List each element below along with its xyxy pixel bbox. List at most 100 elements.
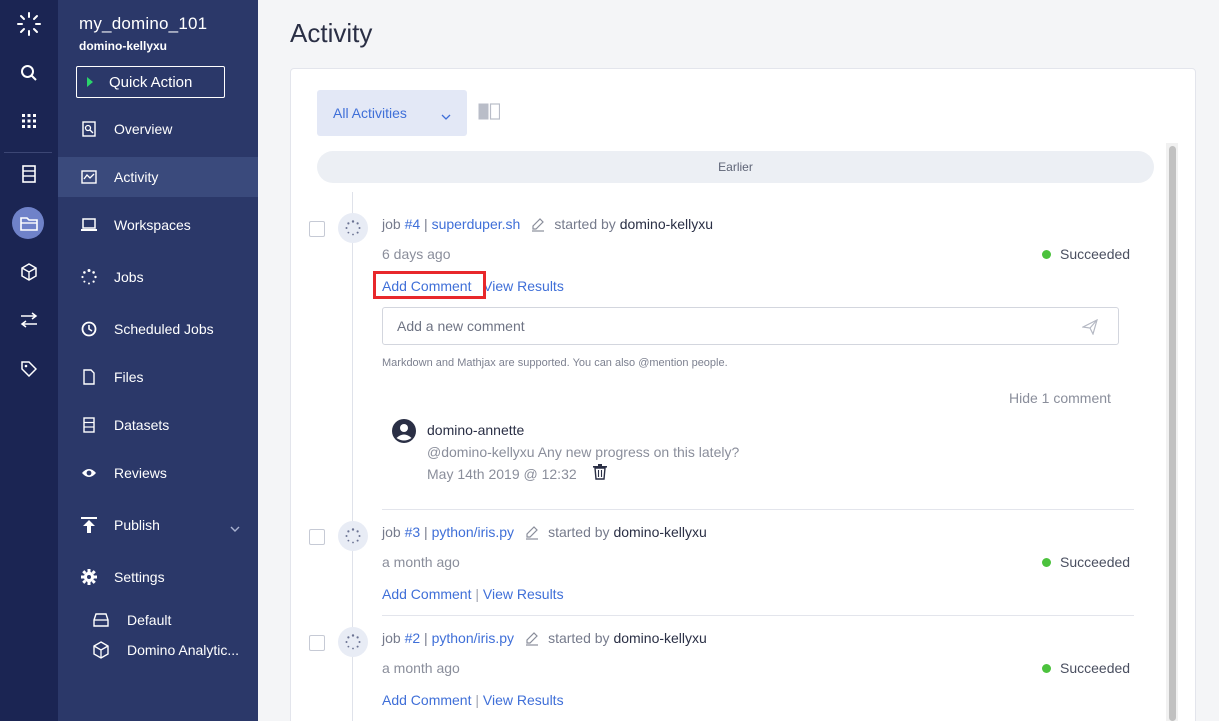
project-name[interactable]: my_domino_101	[79, 14, 207, 34]
job-sep: |	[424, 630, 428, 646]
timeline-separator	[382, 615, 1134, 616]
job-time-ago: 6 days ago	[382, 246, 451, 262]
nav-item-overview[interactable]: Overview	[58, 109, 258, 149]
job-number-link[interactable]: #3	[405, 524, 421, 540]
workspaces-icon	[80, 216, 98, 234]
started-by-text: started by	[548, 630, 610, 646]
folder-icon[interactable]	[15, 209, 43, 237]
edit-pencil-icon[interactable]	[530, 216, 546, 232]
job-script-link[interactable]: python/iris.py	[432, 524, 514, 540]
job-status: Succeeded	[1042, 246, 1130, 262]
project-list-icon[interactable]	[15, 160, 43, 188]
comment-input[interactable]: Add a new comment	[382, 307, 1119, 345]
edit-pencil-icon[interactable]	[524, 524, 540, 540]
cube-icon[interactable]	[15, 258, 43, 286]
nav-label: Scheduled Jobs	[114, 321, 214, 337]
nav-item-publish[interactable]: Publish	[58, 505, 258, 545]
trash-icon[interactable]	[593, 464, 607, 480]
sub-item-label: Default	[127, 612, 172, 628]
filter-label: All Activities	[333, 105, 407, 121]
transfer-icon[interactable]	[15, 306, 43, 334]
job-time-ago: a month ago	[382, 554, 460, 570]
view-results-link[interactable]: View Results	[483, 692, 564, 708]
nav-item-reviews[interactable]: Reviews	[58, 453, 258, 493]
edit-pencil-icon[interactable]	[524, 630, 540, 646]
split-view-toggle-icon[interactable]	[478, 103, 501, 120]
play-icon	[87, 77, 93, 87]
nav-item-workspaces[interactable]: Workspaces	[58, 205, 258, 245]
add-comment-link[interactable]: Add Comment	[382, 692, 471, 708]
page-title: Activity	[290, 18, 373, 48]
apps-grid-icon[interactable]	[15, 107, 43, 135]
activity-icon	[80, 168, 98, 186]
nav-label: Jobs	[114, 269, 144, 285]
datasets-icon	[80, 416, 98, 434]
settings-sub-item-environment[interactable]: Domino Analytic...	[58, 636, 258, 664]
view-results-link[interactable]: View Results	[483, 586, 564, 602]
quick-action-label: Quick Action	[109, 73, 193, 91]
job-prefix: job	[382, 524, 401, 540]
hide-comments-link[interactable]: Hide 1 comment	[1009, 390, 1111, 406]
status-label: Succeeded	[1060, 554, 1131, 570]
user-avatar-icon	[392, 419, 416, 443]
job-number-link[interactable]: #2	[405, 630, 421, 646]
success-dot-icon	[1042, 249, 1051, 259]
nav-item-scheduled-jobs[interactable]: Scheduled Jobs	[58, 309, 258, 349]
clock-icon	[80, 320, 98, 338]
job-user: domino-kellyxu	[613, 630, 707, 646]
job-actions: Add Comment | View Results	[382, 586, 564, 602]
chevron-down-icon[interactable]	[230, 519, 240, 535]
job-prefix: job	[382, 216, 401, 232]
hardware-tier-icon	[92, 611, 110, 629]
job-select-checkbox[interactable]	[309, 221, 325, 237]
nav-item-datasets[interactable]: Datasets	[58, 405, 258, 445]
quick-action-button[interactable]: Quick Action	[76, 66, 225, 98]
activity-filter-dropdown[interactable]: All Activities	[317, 90, 467, 136]
actions-divider: |	[475, 586, 480, 602]
nav-label: Reviews	[114, 465, 167, 481]
comment-author: domino-annette	[427, 422, 525, 438]
timeline-separator	[382, 509, 1134, 510]
highlight-box	[373, 271, 486, 299]
job-select-checkbox[interactable]	[309, 529, 325, 545]
job-select-checkbox[interactable]	[309, 635, 325, 651]
success-dot-icon	[1042, 663, 1051, 673]
send-icon[interactable]	[1081, 318, 1098, 336]
view-results-link[interactable]: View Results	[483, 278, 564, 294]
project-sidebar: my_domino_101 domino-kellyxu Quick Actio…	[58, 0, 258, 721]
job-sep: |	[424, 524, 428, 540]
job-title-line: job #3 | python/iris.py started by domin…	[382, 524, 707, 540]
nav-label: Overview	[114, 121, 173, 137]
domino-logo-icon[interactable]	[15, 10, 43, 38]
settings-sub-item-default[interactable]: Default	[58, 606, 258, 634]
nav-label: Settings	[114, 569, 165, 585]
scrollbar-thumb[interactable]	[1169, 146, 1176, 721]
job-user: domino-kellyxu	[619, 216, 714, 232]
nav-item-files[interactable]: Files	[58, 357, 258, 397]
job-number-link[interactable]: #4	[405, 216, 421, 232]
nav-item-jobs[interactable]: Jobs	[58, 257, 258, 297]
comment-body: @domino-kellyxu Any new progress on this…	[427, 444, 740, 460]
tag-icon[interactable]	[15, 355, 43, 383]
actions-divider: |	[475, 692, 480, 708]
gear-icon	[80, 568, 98, 586]
job-time-ago: a month ago	[382, 660, 460, 676]
status-label: Succeeded	[1060, 660, 1131, 676]
job-user: domino-kellyxu	[613, 524, 707, 540]
nav-label: Activity	[114, 169, 159, 185]
job-script-link[interactable]: python/iris.py	[432, 630, 514, 646]
job-spinner-icon	[338, 521, 368, 551]
job-status: Succeeded	[1042, 660, 1130, 676]
environment-cube-icon	[92, 641, 110, 659]
nav-label: Publish	[114, 517, 160, 533]
nav-item-activity[interactable]: Activity	[58, 157, 258, 197]
comment-date: May 14th 2019 @ 12:32	[427, 466, 577, 482]
publish-icon	[80, 516, 98, 534]
search-icon[interactable]	[15, 59, 43, 87]
started-by-text: started by	[548, 524, 610, 540]
nav-item-settings[interactable]: Settings	[58, 557, 258, 597]
file-icon	[80, 368, 98, 386]
job-script-link[interactable]: superduper.sh	[432, 216, 521, 232]
add-comment-link[interactable]: Add Comment	[382, 586, 471, 602]
nav-label: Workspaces	[114, 217, 191, 233]
